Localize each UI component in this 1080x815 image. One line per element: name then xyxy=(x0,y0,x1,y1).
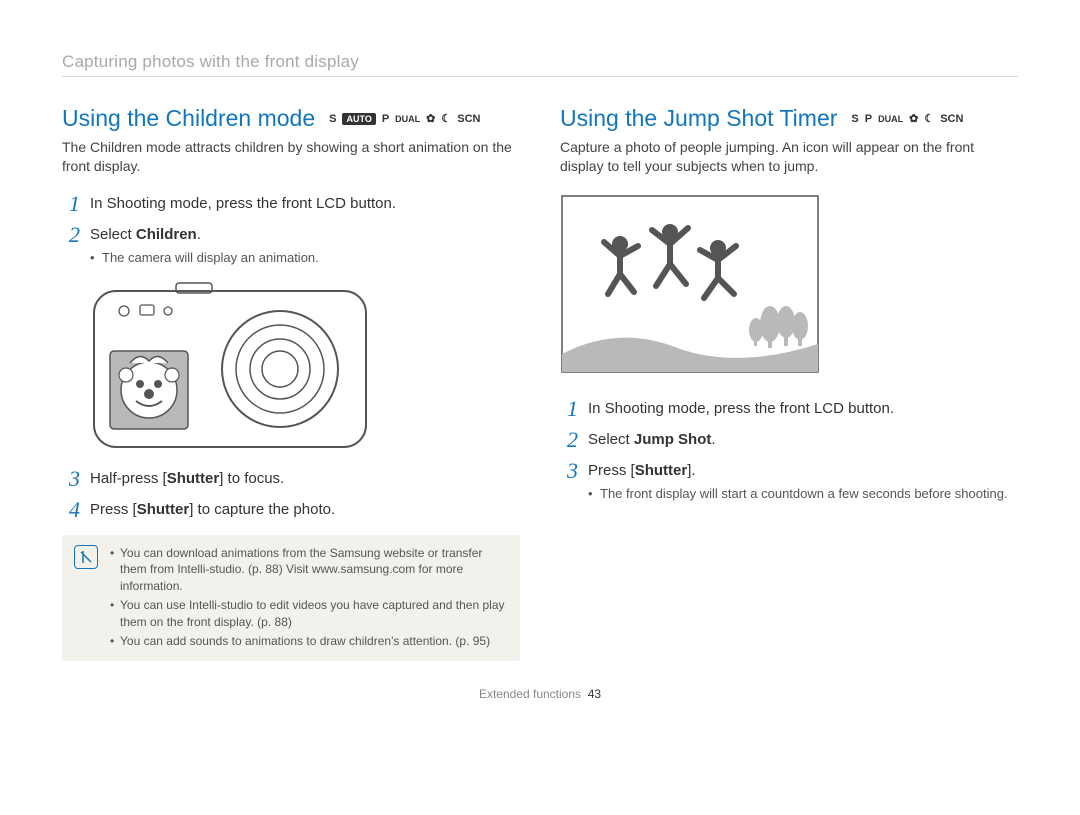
sub-bullets: The camera will display an animation. xyxy=(90,249,319,267)
section-title-children: Using the Children mode S AUTO P DUAL ✿ … xyxy=(62,105,520,132)
intro-right: Capture a photo of people jumping. An ic… xyxy=(560,138,1018,176)
intro-left: The Children mode attracts children by s… xyxy=(62,138,520,176)
step-2: 2 Select Children. The camera will displ… xyxy=(62,225,520,267)
right-column: Using the Jump Shot Timer S P DUAL ✿ ☾ S… xyxy=(560,105,1018,661)
mode-flower-icon: ✿ xyxy=(909,112,918,125)
note-list: You can download animations from the Sam… xyxy=(110,545,506,650)
step-text: Press [Shutter]. The front display will … xyxy=(588,461,1008,503)
sub-bullet: The front display will start a countdown… xyxy=(588,485,1008,503)
mode-s-icon: S xyxy=(329,113,336,125)
step-number: 2 xyxy=(560,429,578,451)
step-1: 1 In Shooting mode, press the front LCD … xyxy=(62,194,520,215)
two-column-layout: Using the Children mode S AUTO P DUAL ✿ … xyxy=(62,105,1018,661)
sub-bullets: The front display will start a countdown… xyxy=(588,485,1008,503)
steps-left: 1 In Shooting mode, press the front LCD … xyxy=(62,194,520,267)
step-text: Half-press [Shutter] to focus. xyxy=(90,469,284,489)
step-number: 3 xyxy=(62,468,80,490)
camera-illustration xyxy=(90,281,520,451)
step-number: 1 xyxy=(62,193,80,215)
mode-dual-icon: DUAL xyxy=(878,114,903,124)
mode-icons-left: S AUTO P DUAL ✿ ☾ SCN xyxy=(329,112,480,125)
mode-night-icon: ☾ xyxy=(924,112,934,125)
footer-section: Extended functions xyxy=(479,687,581,701)
mode-p-icon: P xyxy=(382,113,389,125)
step-number: 1 xyxy=(560,398,578,420)
step-3: 3 Half-press [Shutter] to focus. xyxy=(62,469,520,490)
note-item: You can add sounds to animations to draw… xyxy=(110,633,506,650)
note-item: You can download animations from the Sam… xyxy=(110,545,506,595)
title-text: Using the Jump Shot Timer xyxy=(560,105,837,132)
step-text: In Shooting mode, press the front LCD bu… xyxy=(588,399,894,419)
step-4: 4 Press [Shutter] to capture the photo. xyxy=(62,500,520,521)
mode-night-icon: ☾ xyxy=(441,112,451,125)
title-text: Using the Children mode xyxy=(62,105,315,132)
step-text: Select Children. The camera will display… xyxy=(90,225,319,267)
step-1: 1 In Shooting mode, press the front LCD … xyxy=(560,399,1018,420)
page-number: 43 xyxy=(588,687,601,701)
steps-right: 1 In Shooting mode, press the front LCD … xyxy=(560,399,1018,503)
left-column: Using the Children mode S AUTO P DUAL ✿ … xyxy=(62,105,520,661)
mode-scn-icon: SCN xyxy=(457,113,480,125)
step-3: 3 Press [Shutter]. The front display wil… xyxy=(560,461,1018,503)
mode-dual-icon: DUAL xyxy=(395,114,420,124)
mode-auto-icon: AUTO xyxy=(342,113,375,125)
note-icon xyxy=(74,545,98,569)
mode-p-icon: P xyxy=(865,113,872,125)
step-number: 2 xyxy=(62,224,80,246)
note-item: You can use Intelli-studio to edit video… xyxy=(110,597,506,631)
mode-s-icon: S xyxy=(851,113,858,125)
mode-scn-icon: SCN xyxy=(940,113,963,125)
breadcrumb: Capturing photos with the front display xyxy=(62,52,1018,77)
step-2: 2 Select Jump Shot. xyxy=(560,430,1018,451)
note-box: You can download animations from the Sam… xyxy=(62,535,520,662)
step-text: Select Jump Shot. xyxy=(588,430,716,450)
manual-page: Capturing photos with the front display … xyxy=(0,0,1080,721)
step-text: In Shooting mode, press the front LCD bu… xyxy=(90,194,396,214)
steps-left-cont: 3 Half-press [Shutter] to focus. 4 Press… xyxy=(62,469,520,521)
step-number: 4 xyxy=(62,499,80,521)
jump-shot-illustration xyxy=(560,194,1018,379)
sub-bullet: The camera will display an animation. xyxy=(90,249,319,267)
step-number: 3 xyxy=(560,460,578,482)
page-footer: Extended functions 43 xyxy=(62,687,1018,701)
mode-flower-icon: ✿ xyxy=(426,112,435,125)
section-title-jump: Using the Jump Shot Timer S P DUAL ✿ ☾ S… xyxy=(560,105,1018,132)
mode-icons-right: S P DUAL ✿ ☾ SCN xyxy=(851,112,963,125)
step-text: Press [Shutter] to capture the photo. xyxy=(90,500,335,520)
